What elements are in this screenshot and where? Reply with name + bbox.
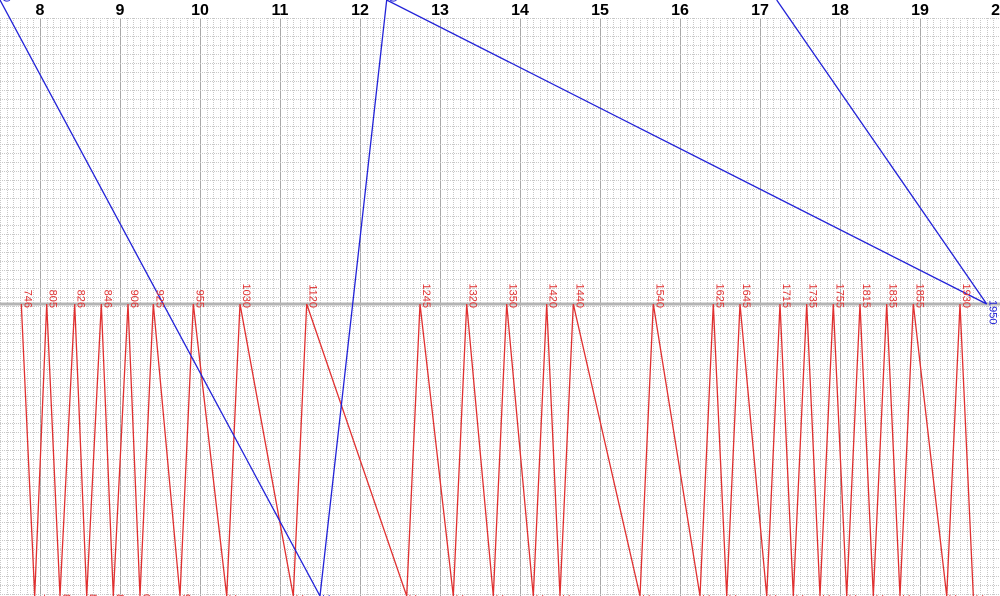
red-peak-label: 1755 bbox=[833, 284, 845, 308]
red-peak-label: 1120 bbox=[307, 284, 319, 308]
hour-label: 13 bbox=[431, 2, 449, 19]
red-peak-label: 1815 bbox=[860, 284, 872, 308]
red-peak-label: 1855 bbox=[913, 284, 925, 308]
hour-label: 9 bbox=[116, 2, 125, 19]
hour-label: 20 bbox=[991, 2, 1000, 19]
red-peak-label: 955 bbox=[193, 290, 205, 308]
red-peak-label: 1930 bbox=[960, 284, 972, 308]
red-peak-label: 746 bbox=[21, 290, 33, 308]
grid bbox=[0, 0, 1000, 596]
hour-label: 16 bbox=[671, 2, 689, 19]
red-peak-label: 1645 bbox=[740, 284, 752, 308]
red-peak-label: 1350 bbox=[507, 284, 519, 308]
red-peak-label: 1030 bbox=[240, 284, 252, 308]
red-peak-label: 805 bbox=[47, 290, 59, 308]
red-peak-label: 846 bbox=[101, 290, 113, 308]
tide-chart: 891011121314151617181920 746756805815826… bbox=[0, 0, 1000, 596]
hour-label: 8 bbox=[36, 2, 45, 19]
red-peak-label: 1245 bbox=[420, 284, 432, 308]
hour-label: 18 bbox=[831, 2, 849, 19]
blue-peak-label: 730 bbox=[0, 0, 12, 2]
red-peak-label: 1540 bbox=[653, 284, 665, 308]
hour-label: 14 bbox=[511, 2, 529, 19]
red-peak-label: 906 bbox=[128, 290, 140, 308]
red-peak-label: 1420 bbox=[547, 284, 559, 308]
red-peak-label: 1735 bbox=[807, 284, 819, 308]
red-peak-label: 1320 bbox=[467, 284, 479, 308]
red-peak-label: 826 bbox=[75, 290, 87, 308]
red-peak-label: 925 bbox=[153, 290, 165, 308]
hour-label: 11 bbox=[272, 2, 289, 19]
red-peak-label: 1715 bbox=[780, 284, 792, 308]
blue-mid-label: 1950 bbox=[987, 300, 999, 324]
red-peak-label: 1835 bbox=[887, 284, 899, 308]
hour-label: 12 bbox=[351, 2, 369, 19]
red-peak-label: 1440 bbox=[573, 284, 585, 308]
hour-label: 10 bbox=[191, 2, 209, 19]
hour-label: 19 bbox=[911, 2, 929, 19]
blue-peak-label: 1220 bbox=[387, 0, 399, 2]
red-peak-label: 1625 bbox=[713, 284, 725, 308]
hour-label: 15 bbox=[591, 2, 609, 19]
hour-label: 17 bbox=[751, 2, 769, 19]
